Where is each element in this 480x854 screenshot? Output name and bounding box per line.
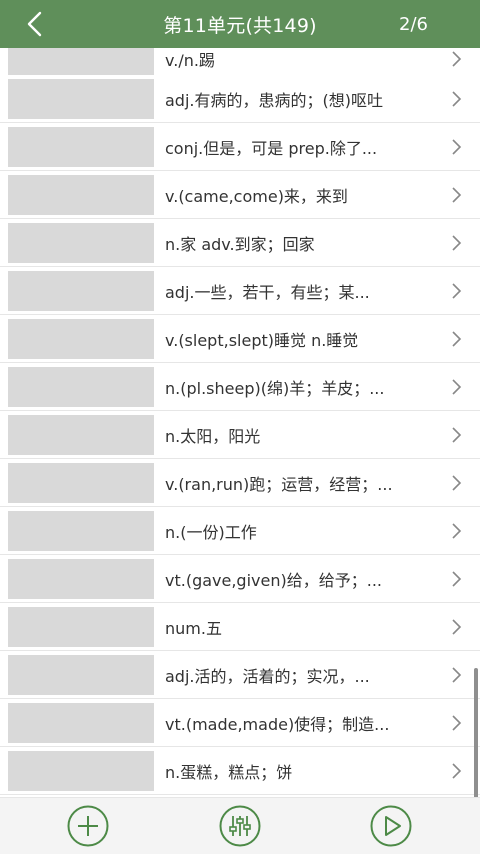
sliders-icon xyxy=(219,805,261,847)
list-item[interactable]: num.五 xyxy=(0,603,480,651)
list-item[interactable]: v.(came,come)来，来到 xyxy=(0,171,480,219)
chevron-right-icon xyxy=(452,331,462,347)
list-item[interactable]: adj.一些，若干，有些；某... xyxy=(0,267,480,315)
word-list: v./n.踢 adj.有病的，患病的；(想)呕吐 conj.但是，可是 prep… xyxy=(0,48,480,797)
list-item[interactable]: n.家 adv.到家；回家 xyxy=(0,219,480,267)
list-item[interactable]: v.(ran,run)跑；运营，经营；... xyxy=(0,459,480,507)
word-image-placeholder xyxy=(8,463,154,503)
play-button[interactable] xyxy=(370,805,412,847)
word-meaning: n.家 adv.到家；回家 xyxy=(165,234,315,254)
word-image-placeholder xyxy=(8,127,154,167)
word-meaning: n.太阳，阳光 xyxy=(165,426,261,446)
word-meaning: v.(ran,run)跑；运营，经营；... xyxy=(165,474,393,494)
list-item[interactable]: conj.但是，可是 prep.除了... xyxy=(0,123,480,171)
header-bar: 第11单元(共149) 2/6 xyxy=(0,0,480,48)
word-meaning: vt.(gave,given)给，给予；... xyxy=(165,570,382,590)
list-item[interactable]: n.(pl.sheep)(绵)羊；羊皮；... xyxy=(0,363,480,411)
word-meaning: n.蛋糕，糕点；饼 xyxy=(165,762,293,782)
word-meaning: v.(came,come)来，来到 xyxy=(165,186,348,206)
scrollbar[interactable] xyxy=(474,668,478,797)
chevron-right-icon xyxy=(452,571,462,587)
chevron-right-icon xyxy=(452,715,462,731)
chevron-right-icon xyxy=(452,91,462,107)
list-item[interactable]: n.太阳，阳光 xyxy=(0,411,480,459)
word-meaning: num.五 xyxy=(165,618,222,638)
word-meaning: conj.但是，可是 prep.除了... xyxy=(165,138,378,158)
word-image-placeholder xyxy=(8,319,154,359)
list-item[interactable]: n.(一份)工作 xyxy=(0,507,480,555)
word-image-placeholder xyxy=(8,367,154,407)
word-image-placeholder xyxy=(8,607,154,647)
bottom-toolbar xyxy=(0,797,480,854)
list-item[interactable]: v.(slept,slept)睡觉 n.睡觉 xyxy=(0,315,480,363)
chevron-right-icon xyxy=(452,667,462,683)
word-image-placeholder xyxy=(8,655,154,695)
word-meaning: v.(slept,slept)睡觉 n.睡觉 xyxy=(165,330,359,350)
list-item[interactable]: adj.有病的，患病的；(想)呕吐 xyxy=(0,75,480,123)
chevron-right-icon xyxy=(452,475,462,491)
word-image-placeholder xyxy=(8,175,154,215)
list-item[interactable]: vt.(gave,given)给，给予；... xyxy=(0,555,480,603)
plus-circle-icon xyxy=(67,805,109,847)
chevron-right-icon xyxy=(452,427,462,443)
list-item[interactable]: n.蛋糕，糕点；饼 xyxy=(0,747,480,795)
list-item[interactable]: vt.(made,made)使得；制造... xyxy=(0,699,480,747)
word-image-placeholder xyxy=(8,751,154,791)
word-image-placeholder xyxy=(8,415,154,455)
word-image-placeholder xyxy=(8,79,154,119)
word-image-placeholder xyxy=(8,703,154,743)
word-image-placeholder xyxy=(8,223,154,263)
word-image-placeholder xyxy=(8,511,154,551)
page-counter: 2/6 xyxy=(399,13,428,35)
chevron-right-icon xyxy=(452,235,462,251)
word-meaning: n.(一份)工作 xyxy=(165,522,257,542)
chevron-right-icon xyxy=(452,51,462,67)
chevron-right-icon xyxy=(452,379,462,395)
word-meaning: n.(pl.sheep)(绵)羊；羊皮；... xyxy=(165,378,385,398)
word-meaning: adj.有病的，患病的；(想)呕吐 xyxy=(165,90,383,110)
chevron-right-icon xyxy=(452,283,462,299)
word-meaning: adj.活的，活着的；实况，... xyxy=(165,666,370,686)
chevron-right-icon xyxy=(452,187,462,203)
settings-button[interactable] xyxy=(219,805,261,847)
play-circle-icon xyxy=(370,805,412,847)
word-meaning: vt.(made,made)使得；制造... xyxy=(165,714,390,734)
list-item[interactable]: adj.活的，活着的；实况，... xyxy=(0,651,480,699)
word-meaning: adj.一些，若干，有些；某... xyxy=(165,282,370,302)
word-image-placeholder xyxy=(8,559,154,599)
chevron-right-icon xyxy=(452,523,462,539)
chevron-right-icon xyxy=(452,139,462,155)
chevron-right-icon xyxy=(452,763,462,779)
word-image-placeholder xyxy=(8,271,154,311)
chevron-right-icon xyxy=(452,619,462,635)
add-button[interactable] xyxy=(67,805,109,847)
